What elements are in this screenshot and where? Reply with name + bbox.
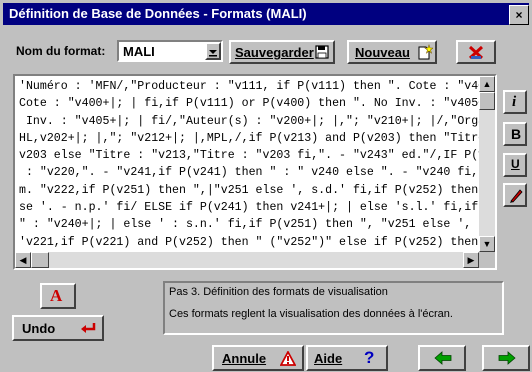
italic-label: i bbox=[512, 94, 517, 110]
code-line[interactable]: HL,v202+|; |,"; "v212+|; |,MPL,/,if P(v2… bbox=[19, 130, 495, 147]
bold-button[interactable]: B bbox=[503, 122, 527, 146]
save-button[interactable]: Sauvegarder bbox=[229, 40, 335, 64]
next-button[interactable] bbox=[482, 345, 530, 371]
formats-dialog: Définition de Base de Données - Formats … bbox=[0, 0, 532, 372]
arrow-right-icon bbox=[498, 351, 516, 365]
format-editor[interactable]: 'Numéro : 'MFN/,"Producteur : "v111, if … bbox=[13, 74, 497, 270]
code-line[interactable]: Inv. : "v405+|; | fi/,"Auteur(s) : "v200… bbox=[19, 113, 495, 130]
code-line[interactable]: m. "v222,if P(v251) then ",|"v251 else '… bbox=[19, 182, 491, 199]
format-name-value: MALI bbox=[123, 44, 155, 59]
pen-button[interactable] bbox=[503, 183, 527, 207]
format-name-label: Nom du format: bbox=[16, 44, 106, 58]
bold-label: B bbox=[511, 126, 522, 142]
delete-x-icon bbox=[468, 45, 484, 60]
scroll-down-icon[interactable]: ▼ bbox=[479, 236, 495, 252]
title-bar: Définition de Base de Données - Formats … bbox=[3, 3, 529, 25]
underline-label: U bbox=[511, 157, 520, 171]
code-line[interactable]: se '. - n.p.' fi/ ELSE if P(v241) then v… bbox=[19, 199, 495, 216]
italic-button[interactable]: i bbox=[503, 90, 527, 114]
scroll-left-icon[interactable]: ◀ bbox=[15, 252, 31, 268]
new-button-label: Nouveau bbox=[355, 45, 410, 60]
info-text: Ces formats reglent la visualisation des… bbox=[169, 308, 453, 320]
save-button-label: Sauvegarder bbox=[235, 45, 314, 60]
scroll-thumb[interactable] bbox=[479, 92, 495, 110]
code-line[interactable]: : "v220,". - "v241,if P(v241) then " : "… bbox=[19, 164, 492, 181]
scroll-right-icon[interactable]: ▶ bbox=[463, 252, 479, 268]
hscroll-thumb[interactable] bbox=[31, 252, 49, 268]
scroll-corner bbox=[479, 252, 495, 268]
help-label: Aide bbox=[314, 351, 343, 366]
scroll-up-icon[interactable]: ▲ bbox=[479, 76, 495, 92]
format-name-combo[interactable]: MALI bbox=[117, 40, 223, 62]
undo-label: Undo bbox=[22, 321, 56, 336]
format-code[interactable]: 'Numéro : 'MFN/,"Producteur : "v111, if … bbox=[15, 76, 495, 268]
code-line[interactable]: v203 else "Titre : "v213,"Titre : "v203 … bbox=[19, 147, 495, 164]
help-button[interactable]: Aide ? bbox=[306, 345, 388, 371]
info-title: Pas 3. Définition des formats de visuali… bbox=[169, 286, 388, 298]
window-title: Définition de Base de Données - Formats … bbox=[9, 6, 307, 21]
undo-arrow-icon bbox=[81, 323, 96, 333]
floppy-icon bbox=[315, 45, 329, 59]
underline-button[interactable]: U bbox=[503, 153, 527, 177]
code-line[interactable]: " : "v240+|; | else ' : s.n.' fi,if P(v2… bbox=[19, 216, 495, 233]
close-icon[interactable]: × bbox=[509, 5, 529, 25]
font-button-label: A bbox=[50, 286, 63, 305]
horizontal-scrollbar[interactable]: ◀ ▶ bbox=[15, 252, 479, 268]
delete-button[interactable] bbox=[456, 40, 496, 64]
font-button[interactable]: A bbox=[40, 283, 76, 309]
new-button[interactable]: Nouveau bbox=[347, 40, 437, 64]
question-icon: ? bbox=[364, 348, 375, 367]
previous-button[interactable] bbox=[418, 345, 466, 371]
pen-icon bbox=[510, 189, 523, 203]
new-document-icon bbox=[418, 44, 433, 60]
warning-icon bbox=[280, 351, 296, 366]
info-panel: Pas 3. Définition des formats de visuali… bbox=[163, 281, 504, 335]
chevron-down-icon[interactable] bbox=[205, 42, 221, 60]
code-line[interactable]: 'v221,if P(v221) and P(v252) then " ("v2… bbox=[19, 234, 492, 251]
code-line[interactable]: Cote : "v400+|; | fi,if P(v111) or P(v40… bbox=[19, 95, 495, 112]
cancel-label: Annule bbox=[222, 351, 267, 366]
vertical-scrollbar[interactable]: ▲ ▼ bbox=[479, 76, 495, 252]
code-line[interactable]: 'Numéro : 'MFN/,"Producteur : "v111, if … bbox=[19, 78, 492, 95]
arrow-left-icon bbox=[434, 351, 452, 365]
undo-button[interactable]: Undo bbox=[12, 315, 104, 341]
cancel-button[interactable]: Annule bbox=[212, 345, 304, 371]
